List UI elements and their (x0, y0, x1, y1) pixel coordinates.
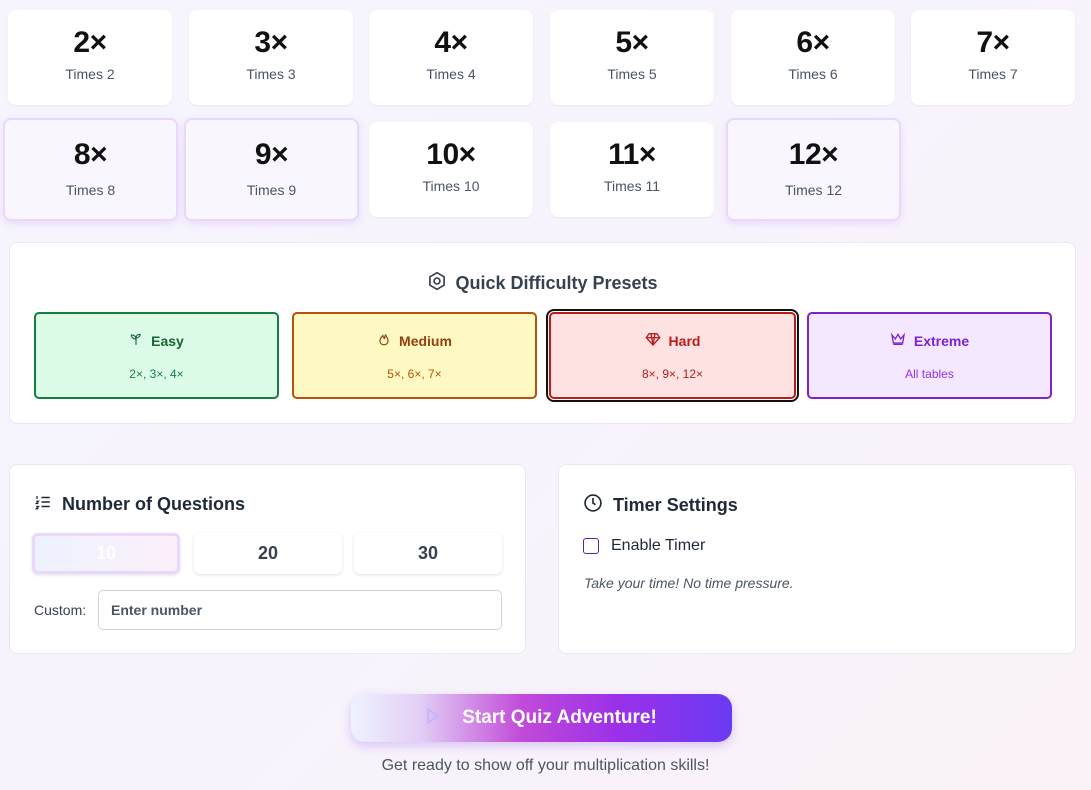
list-ordered-icon (34, 493, 52, 516)
table-tile-10[interactable]: 10× Times 10 (369, 122, 533, 217)
table-label: Times 4 (426, 66, 476, 82)
table-number: 2× (73, 26, 107, 59)
start-quiz-button[interactable]: Start Quiz Adventure! (351, 694, 732, 742)
table-label: Times 8 (65, 182, 116, 198)
clock-icon (583, 493, 603, 518)
table-label: Times 2 (65, 66, 115, 82)
preset-name: Medium (399, 332, 452, 349)
enable-timer-label: Enable Timer (611, 537, 706, 554)
table-label: Times 11 (603, 178, 660, 194)
table-tile-2[interactable]: 2× Times 2 (8, 10, 172, 105)
table-tile-5[interactable]: 5× Times 5 (550, 10, 714, 105)
table-label: Times 10 (422, 178, 480, 194)
preset-medium-button[interactable]: Medium 5×, 6×, 7× (292, 312, 537, 399)
gem-icon (645, 332, 661, 349)
timer-note: Take your time! No time pressure. (584, 575, 794, 591)
preset-extreme-button[interactable]: Extreme All tables (807, 312, 1052, 399)
table-label: Times 7 (968, 66, 1018, 82)
questions-option-20[interactable]: 20 (194, 533, 342, 574)
play-icon (426, 707, 440, 729)
questions-card: Number of Questions 10 20 30 Custom: (9, 464, 526, 654)
timer-header: Timer Settings (583, 493, 738, 518)
questions-title: Number of Questions (62, 494, 246, 514)
timer-card: Timer Settings Enable Timer Take your ti… (558, 464, 1076, 654)
preset-tables: 8×, 9×, 12× (641, 367, 704, 381)
enable-timer-toggle[interactable]: Enable Timer (583, 537, 705, 555)
table-tile-11[interactable]: 11× Times 11 (550, 122, 714, 217)
table-number: 10× (426, 138, 476, 171)
preset-tables: All tables (905, 367, 954, 381)
custom-label: Custom: (34, 602, 87, 618)
presets-title: Quick Difficulty Presets (455, 273, 658, 293)
flame-icon (377, 332, 391, 349)
preset-hard-button[interactable]: Hard 8×, 9×, 12× (546, 309, 799, 402)
questions-header: Number of Questions (34, 493, 245, 516)
sprout-icon (129, 332, 143, 349)
table-number: 6× (796, 26, 830, 59)
settings-icon (427, 271, 447, 296)
table-tile-3[interactable]: 3× Times 3 (189, 10, 353, 105)
table-tile-4[interactable]: 4× Times 4 (369, 10, 533, 105)
table-label: Times 3 (246, 66, 296, 82)
table-number: 11× (608, 138, 656, 171)
table-label: Times 9 (246, 182, 297, 198)
crown-icon (890, 332, 906, 349)
timer-title: Timer Settings (613, 495, 738, 515)
questions-option-10[interactable]: 10 (32, 533, 180, 574)
table-tile-6[interactable]: 6× Times 6 (731, 10, 895, 105)
questions-option-30[interactable]: 30 (354, 533, 502, 574)
table-number: 9× (254, 138, 289, 171)
table-number: 8× (73, 138, 108, 171)
table-number: 4× (434, 26, 468, 59)
preset-tables: 5×, 6×, 7× (387, 367, 442, 381)
table-tile-8[interactable]: 8× Times 8 (3, 118, 178, 221)
table-number: 3× (254, 26, 288, 59)
presets-header: Quick Difficulty Presets (10, 271, 1075, 296)
table-tile-12[interactable]: 12× Times 12 (726, 118, 901, 221)
preset-name: Extreme (913, 332, 970, 349)
preset-easy-button[interactable]: Easy 2×, 3×, 4× (34, 312, 279, 399)
table-number: 7× (976, 26, 1010, 59)
preset-name: Hard (668, 332, 701, 349)
table-label: Times 5 (607, 66, 657, 82)
table-tile-7[interactable]: 7× Times 7 (911, 10, 1075, 105)
custom-questions-input[interactable] (98, 590, 502, 630)
table-number: 5× (615, 26, 649, 59)
table-number: 12× (788, 138, 839, 171)
start-subtitle: Get ready to show off your multiplicatio… (381, 757, 710, 774)
difficulty-presets-card: Quick Difficulty Presets Easy 2×, 3×, 4×… (9, 242, 1076, 424)
table-label: Times 6 (788, 66, 838, 82)
table-tile-9[interactable]: 9× Times 9 (184, 118, 359, 221)
table-label: Times 12 (784, 182, 843, 198)
preset-name: Easy (151, 332, 184, 349)
times-table-grid: 2× Times 2 3× Times 3 4× Times 4 5× Time… (0, 0, 1091, 230)
preset-tables: 2×, 3×, 4× (129, 367, 184, 381)
start-quiz-label: Start Quiz Adventure! (462, 707, 657, 728)
enable-timer-checkbox[interactable] (583, 538, 599, 554)
